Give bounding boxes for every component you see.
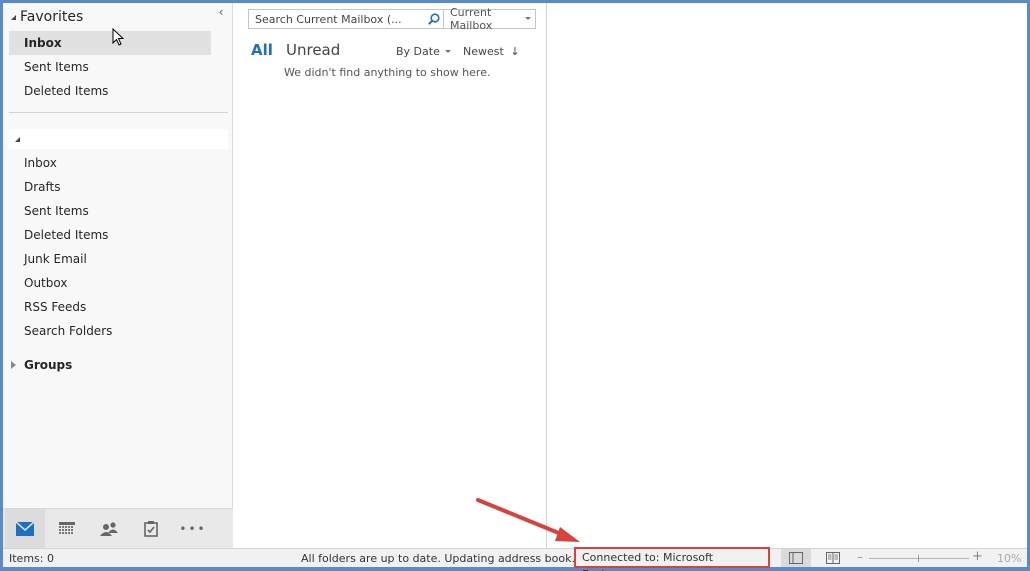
folder-item-deleted-items[interactable]: Deleted Items xyxy=(9,223,211,247)
search-icon[interactable] xyxy=(425,13,443,25)
filter-all-tab[interactable]: All xyxy=(251,41,273,59)
divider xyxy=(9,112,228,113)
folder-item-search-folders[interactable]: Search Folders xyxy=(9,319,211,343)
folder-item-outbox[interactable]: Outbox xyxy=(9,271,211,295)
reading-pane xyxy=(548,3,1027,548)
search-scope-dropdown[interactable]: Current Mailbox xyxy=(443,6,535,32)
chevron-down-icon xyxy=(444,50,451,53)
zoom-slider[interactable] xyxy=(869,555,969,562)
nav-people-button[interactable] xyxy=(89,509,129,549)
sort-order-button[interactable]: Newest ↓ xyxy=(463,45,520,58)
groups-label: Groups xyxy=(24,358,73,372)
chevron-down-icon xyxy=(525,17,531,20)
zoom-in-button[interactable]: + xyxy=(972,549,983,564)
expand-triangle-icon xyxy=(15,136,20,142)
nav-mail-button[interactable] xyxy=(5,508,45,549)
mouse-cursor-icon xyxy=(112,28,124,46)
status-bar: Items: 0 All folders are up to date. Upd… xyxy=(3,547,1027,571)
groups-header[interactable]: Groups xyxy=(11,355,72,375)
collapse-pane-button[interactable]: ‹ xyxy=(214,5,228,21)
favorites-header[interactable]: Favorites xyxy=(11,7,83,27)
calendar-icon xyxy=(59,522,75,534)
folder-item-junk-email[interactable]: Junk Email xyxy=(9,247,211,271)
folder-item-inbox[interactable]: Inbox xyxy=(9,151,211,175)
folder-item-drafts[interactable]: Drafts xyxy=(9,175,211,199)
filter-unread-tab[interactable]: Unread xyxy=(286,41,340,59)
sync-status: All folders are up to date. Updating add… xyxy=(301,552,575,565)
outlook-window: Favorites ‹ Inbox Sent Items Deleted Ite… xyxy=(3,3,1027,571)
nav-tasks-button[interactable] xyxy=(131,509,171,549)
people-icon xyxy=(100,521,118,536)
empty-list-message: We didn't find anything to show here. xyxy=(284,66,491,79)
folder-item-rss-feeds[interactable]: RSS Feeds xyxy=(9,295,211,319)
connection-status[interactable]: Connected to: Microsoft Exchange xyxy=(574,547,770,571)
favorite-item-deleted-items[interactable]: Deleted Items xyxy=(9,79,211,103)
reading-view-icon xyxy=(826,552,840,564)
zoom-level[interactable]: 10% xyxy=(997,552,1021,565)
normal-view-button[interactable] xyxy=(781,549,811,567)
sort-by-label: By Date xyxy=(396,45,440,58)
nav-more-button[interactable]: ••• xyxy=(173,509,213,549)
expand-triangle-icon xyxy=(11,14,16,20)
message-list-pane: Current Mailbox All Unread By Date Newes… xyxy=(234,3,547,548)
tasks-icon xyxy=(144,520,158,537)
favorites-label: Favorites xyxy=(20,9,84,25)
chevron-left-icon: ‹ xyxy=(218,5,224,19)
zoom-out-button[interactable]: – xyxy=(857,550,863,564)
favorite-item-sent-items[interactable]: Sent Items xyxy=(9,55,211,79)
sort-by-dropdown[interactable]: By Date xyxy=(396,45,451,58)
normal-view-icon xyxy=(789,552,803,564)
mail-icon xyxy=(16,521,34,536)
expand-triangle-icon xyxy=(11,361,16,369)
more-icon: ••• xyxy=(179,521,207,536)
reading-view-button[interactable] xyxy=(821,549,845,567)
zoom-slider-thumb[interactable] xyxy=(918,555,919,562)
favorite-item-inbox[interactable]: Inbox xyxy=(9,31,211,55)
search-scope-value: Current Mailbox xyxy=(450,6,493,32)
navigation-bar: ••• xyxy=(3,508,233,549)
nav-calendar-button[interactable] xyxy=(47,509,87,549)
folder-pane: Favorites ‹ Inbox Sent Items Deleted Ite… xyxy=(3,3,233,549)
arrow-down-icon: ↓ xyxy=(510,45,520,58)
search-input[interactable] xyxy=(249,10,425,28)
folder-item-sent-items[interactable]: Sent Items xyxy=(9,199,211,223)
search-box: Current Mailbox xyxy=(248,6,536,32)
account-header[interactable] xyxy=(9,129,228,149)
sort-order-label: Newest xyxy=(463,45,504,58)
items-count: Items: 0 xyxy=(9,552,54,565)
